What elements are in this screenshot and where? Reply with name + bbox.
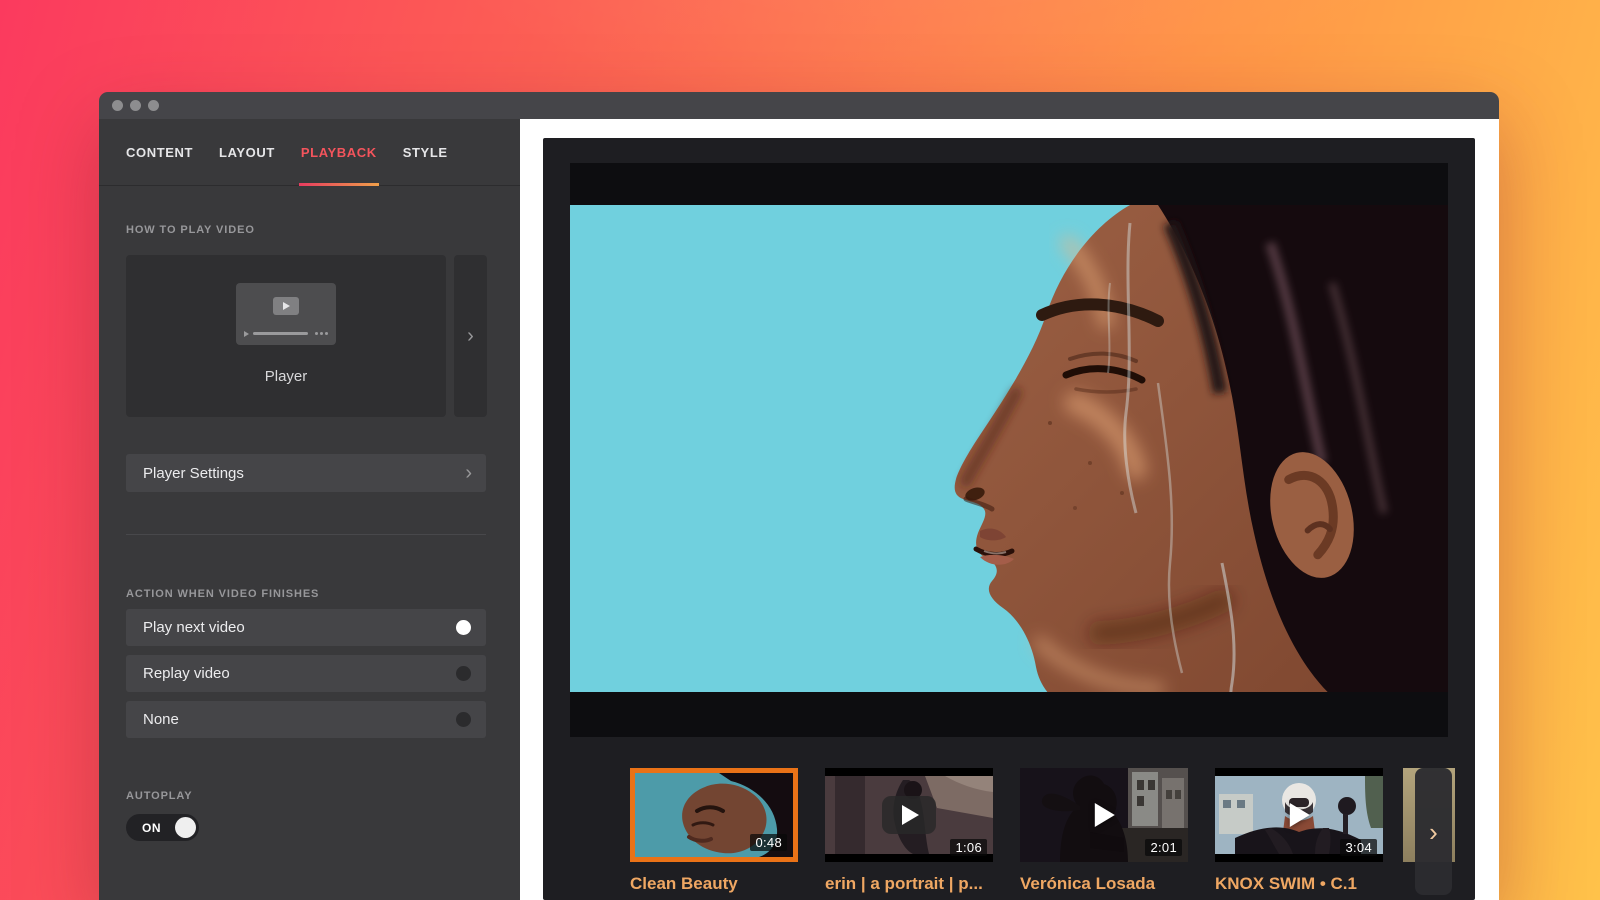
playlist-item-knox-swim[interactable]: 3:04 KNOX SWIM • C.1 <box>1215 768 1387 862</box>
tab-layout-label: LAYOUT <box>219 145 275 160</box>
option-replay-video[interactable]: Replay video <box>126 655 486 692</box>
duration-badge: 1:06 <box>950 839 987 856</box>
settings-tab-bar: CONTENT LAYOUT PLAYBACK STYLE <box>99 119 520 186</box>
duration-badge: 3:04 <box>1340 839 1377 856</box>
autoplay-toggle[interactable]: ON <box>126 814 199 841</box>
option-label: None <box>143 711 456 728</box>
option-label: Play next video <box>143 619 456 636</box>
player-settings-label: Player Settings <box>143 465 465 482</box>
chevron-right-icon: › <box>467 326 474 346</box>
window-minimize-icon[interactable] <box>130 100 141 111</box>
player-controls-icon <box>244 331 328 336</box>
finish-action-section-label: ACTION WHEN VIDEO FINISHES <box>126 588 486 600</box>
window-zoom-icon[interactable] <box>148 100 159 111</box>
play-mode-card-label: Player <box>126 368 446 385</box>
playlist-next-button[interactable]: › <box>1415 768 1452 895</box>
window-body: CONTENT LAYOUT PLAYBACK STYLE HOW TO PLA… <box>99 119 1499 900</box>
active-tab-underline <box>299 183 379 186</box>
tab-playback-label: PLAYBACK <box>301 145 377 160</box>
sidebar-content: HOW TO PLAY VIDEO Player › <box>99 224 520 841</box>
toggle-knob[interactable] <box>175 817 196 838</box>
video-frame[interactable] <box>570 163 1448 737</box>
video-thumbnail[interactable]: 1:06 <box>825 768 993 862</box>
preview-panel: 0:48 Clean Beauty <box>520 119 1499 900</box>
tab-content[interactable]: CONTENT <box>126 119 193 185</box>
radio-unselected-icon[interactable] <box>456 712 471 727</box>
chevron-right-icon: › <box>1429 819 1438 845</box>
play-icon <box>882 796 936 834</box>
how-to-play-section-label: HOW TO PLAY VIDEO <box>126 224 486 236</box>
video-thumbnail[interactable]: 3:04 <box>1215 768 1383 862</box>
playlist-item-title[interactable]: KNOX SWIM • C.1 <box>1215 874 1387 894</box>
radio-selected-icon[interactable] <box>456 620 471 635</box>
duration-badge: 2:01 <box>1145 839 1182 856</box>
tab-style[interactable]: STYLE <box>403 119 448 185</box>
player-preview-icon <box>236 283 336 345</box>
player-stage: 0:48 Clean Beauty <box>543 138 1475 900</box>
play-button-icon <box>273 297 299 315</box>
playlist-carousel: 0:48 Clean Beauty <box>543 768 1475 900</box>
play-mode-next-card[interactable]: › <box>454 255 487 417</box>
radio-unselected-icon[interactable] <box>456 666 471 681</box>
autoplay-section-label: AUTOPLAY <box>126 790 486 802</box>
playlist-item-title[interactable]: Clean Beauty <box>630 874 802 894</box>
play-icon <box>1290 803 1310 827</box>
tab-content-label: CONTENT <box>126 145 193 160</box>
settings-sidebar: CONTENT LAYOUT PLAYBACK STYLE HOW TO PLA… <box>99 119 520 900</box>
video-still-woman-profile <box>570 163 1448 737</box>
play-mode-card-player[interactable]: Player <box>126 255 446 417</box>
window-titlebar[interactable] <box>99 92 1499 119</box>
option-label: Replay video <box>143 665 456 682</box>
playlist-item-veronica-losada[interactable]: 2:01 Verónica Losada <box>1020 768 1192 862</box>
app-window: CONTENT LAYOUT PLAYBACK STYLE HOW TO PLA… <box>99 92 1499 900</box>
tab-layout[interactable]: LAYOUT <box>219 119 275 185</box>
player-settings-button[interactable]: Player Settings › <box>126 454 486 492</box>
option-none[interactable]: None <box>126 701 486 738</box>
window-close-icon[interactable] <box>112 100 123 111</box>
playlist-item-title[interactable]: Verónica Losada <box>1020 874 1192 894</box>
video-thumbnail[interactable]: 2:01 <box>1020 768 1188 862</box>
section-divider <box>126 534 486 535</box>
playlist-item-title[interactable]: erin | a portrait | p... <box>825 874 997 894</box>
play-icon <box>1095 803 1115 827</box>
video-thumbnail[interactable]: 0:48 <box>630 768 798 862</box>
tab-playback[interactable]: PLAYBACK <box>301 119 377 185</box>
playlist-item-erin-portrait[interactable]: 1:06 erin | a portrait | p... <box>825 768 997 862</box>
playlist-item-clean-beauty[interactable]: 0:48 Clean Beauty <box>630 768 802 862</box>
play-mode-carousel: Player › <box>126 255 486 417</box>
toggle-state-label: ON <box>142 821 161 835</box>
chevron-right-icon: › <box>465 463 472 483</box>
option-play-next-video[interactable]: Play next video <box>126 609 486 646</box>
tab-style-label: STYLE <box>403 145 448 160</box>
duration-badge: 0:48 <box>750 834 787 851</box>
